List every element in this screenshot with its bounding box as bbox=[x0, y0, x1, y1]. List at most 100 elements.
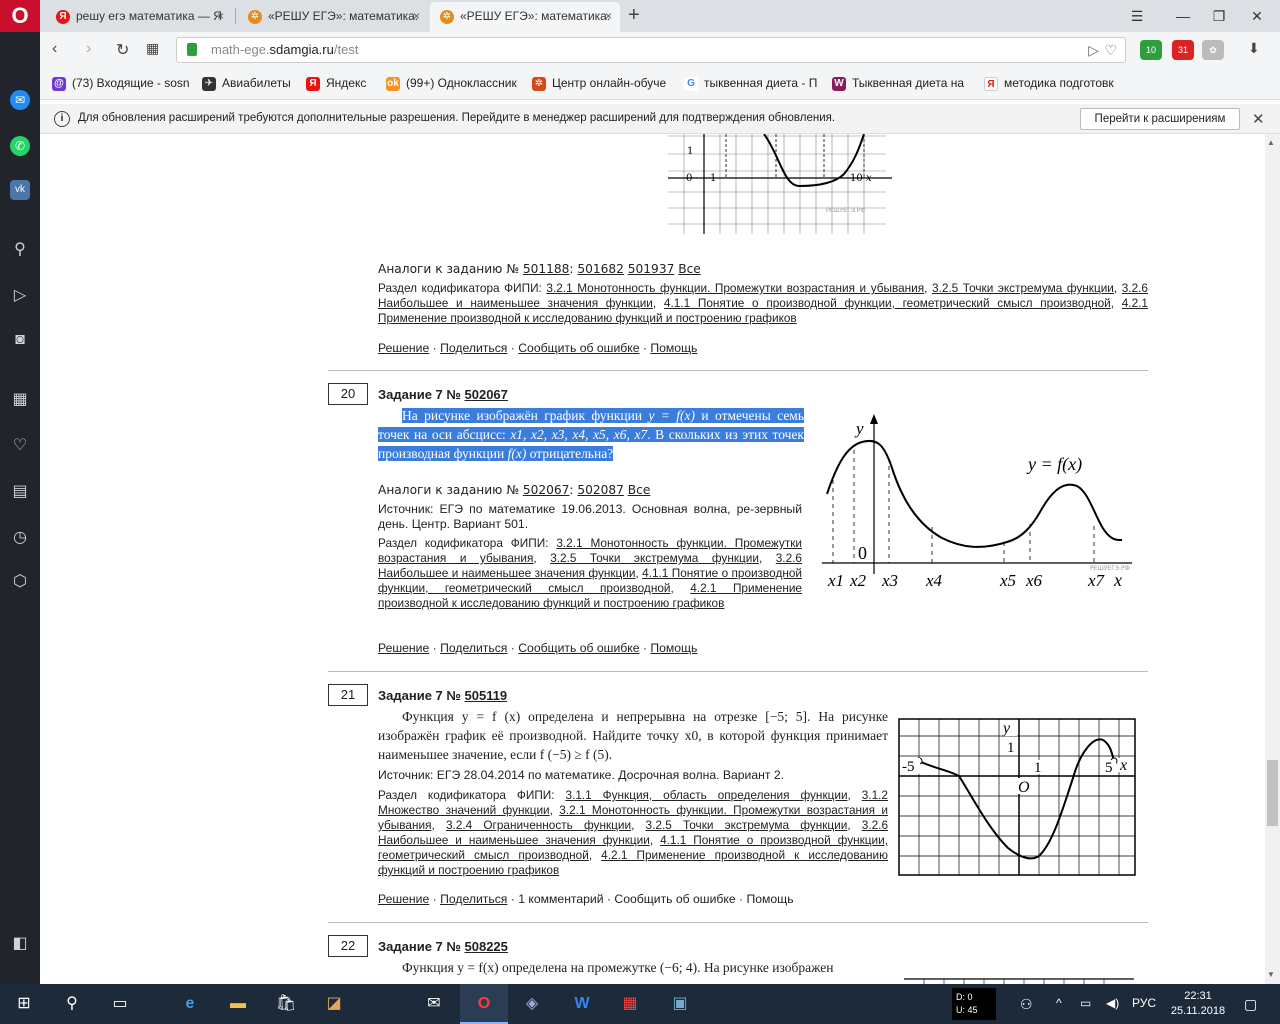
edge-icon[interactable]: e bbox=[166, 984, 214, 1024]
bookmark-item[interactable]: W Тыквенная диета на bbox=[832, 76, 970, 94]
task-id-link[interactable]: 502067 bbox=[465, 387, 508, 402]
share-link[interactable]: Поделиться bbox=[440, 892, 507, 906]
file-explorer-icon[interactable]: ▬ bbox=[214, 984, 262, 1024]
tab-menu-icon[interactable]: ☰ bbox=[1114, 0, 1160, 32]
close-tab-icon[interactable]: × bbox=[217, 2, 224, 30]
close-tab-icon[interactable]: × bbox=[605, 2, 612, 30]
search-icon[interactable]: ⚲ bbox=[10, 240, 30, 260]
people-icon[interactable]: ⚇ bbox=[1020, 996, 1033, 1013]
opera-taskbar-icon[interactable]: O bbox=[460, 984, 508, 1024]
task-number: 21 bbox=[328, 684, 368, 706]
point-label-x7: x7 bbox=[1087, 571, 1106, 590]
language-indicator[interactable]: РУС bbox=[1132, 996, 1156, 1010]
history-icon[interactable]: ◷ bbox=[10, 528, 30, 548]
task-link[interactable]: 501937 bbox=[628, 262, 675, 276]
news-icon[interactable]: ▤ bbox=[10, 482, 30, 502]
extensions-icon[interactable]: ⬡ bbox=[10, 572, 30, 592]
bookmark-item[interactable]: ok (99+) Одноклассник bbox=[386, 76, 518, 94]
bookmark-item[interactable]: Яметодика подготовк bbox=[984, 76, 1118, 94]
task-link[interactable]: 502067 bbox=[523, 483, 570, 497]
share-link[interactable]: Поделиться bbox=[440, 341, 507, 355]
report-error-link[interactable]: Сообщить об ошибке bbox=[518, 641, 639, 655]
report-error-link[interactable]: Сообщить об ошибке bbox=[518, 341, 639, 355]
scroll-up-icon[interactable]: ▲ bbox=[1267, 138, 1275, 147]
camera-icon[interactable]: ◙ bbox=[10, 330, 30, 350]
solution-link[interactable]: Решение bbox=[378, 641, 429, 655]
close-window-button[interactable]: ✕ bbox=[1234, 0, 1280, 32]
codifier-link[interactable]: 4.1.1 Понятие о производной функции, гео… bbox=[664, 296, 1111, 310]
scrollbar[interactable]: ▲ ▼ bbox=[1265, 134, 1280, 984]
scroll-down-icon[interactable]: ▼ bbox=[1267, 970, 1275, 979]
close-icon[interactable]: ✕ bbox=[1252, 110, 1265, 128]
red-extension-icon[interactable]: 31 bbox=[1172, 40, 1194, 60]
speed-dial-icon[interactable]: ▦ bbox=[146, 40, 159, 57]
tab-reshu-1[interactable]: ✲ «РЕШУ ЕГЭ»: математика. × bbox=[238, 2, 428, 32]
search-icon[interactable]: ⚲ bbox=[48, 984, 96, 1024]
send-icon[interactable]: ▷ bbox=[10, 286, 30, 306]
solution-link[interactable]: Решение bbox=[378, 892, 429, 906]
messenger-icon[interactable]: ✉ bbox=[10, 90, 30, 110]
back-icon[interactable]: ‹ bbox=[52, 40, 57, 58]
sidebar-toggle-icon[interactable]: ◧ bbox=[10, 934, 30, 954]
task-link[interactable]: 501682 bbox=[577, 262, 624, 276]
go-to-extensions-button[interactable]: Перейти к расширениям bbox=[1080, 108, 1240, 130]
volume-icon[interactable]: ◀) bbox=[1106, 996, 1119, 1010]
task-view-icon[interactable]: ▭ bbox=[96, 984, 144, 1024]
bookmark-item[interactable]: ✲ Центр онлайн-обуче bbox=[532, 76, 670, 94]
heart-icon[interactable]: ♡ bbox=[1104, 38, 1117, 62]
heart-icon[interactable]: ♡ bbox=[10, 436, 30, 456]
bookmark-item[interactable]: @ (73) Входящие - sosn bbox=[52, 76, 192, 94]
bookmark-item[interactable]: ✈ Авиабилеты bbox=[202, 76, 292, 94]
network-icon[interactable]: ▭ bbox=[1080, 996, 1091, 1010]
opera-menu-icon[interactable]: O bbox=[0, 0, 40, 32]
scrollbar-thumb[interactable] bbox=[1267, 760, 1278, 826]
photos-icon[interactable]: ▣ bbox=[656, 984, 704, 1024]
tab-title: «РЕШУ ЕГЭ»: математика. bbox=[268, 9, 419, 23]
task-link[interactable]: 501188 bbox=[523, 262, 570, 276]
bookmark-item[interactable]: Gтыквенная диета - П bbox=[684, 76, 822, 94]
solution-link[interactable]: Решение bbox=[378, 341, 429, 355]
help-link[interactable]: Помощь bbox=[650, 341, 697, 355]
speed-dial-icon[interactable]: ▦ bbox=[10, 390, 30, 410]
send-icon[interactable]: ▷ bbox=[1088, 38, 1099, 62]
all-link[interactable]: Все bbox=[628, 483, 651, 497]
app-icon[interactable]: ▦ bbox=[606, 984, 654, 1024]
tab-reshu-2-active[interactable]: ✲ «РЕШУ ЕГЭ»: математика. × bbox=[430, 2, 620, 32]
app-icon[interactable]: ◈ bbox=[508, 984, 556, 1024]
codifier-link[interactable]: 3.2.5 Точки экстремума функции bbox=[932, 281, 1114, 295]
download-icon[interactable]: ⬇ bbox=[1248, 40, 1260, 57]
whatsapp-icon[interactable]: ✆ bbox=[10, 136, 30, 156]
bookmark-item[interactable]: Я Яндекс bbox=[306, 76, 386, 94]
close-tab-icon[interactable]: × bbox=[413, 2, 420, 30]
codifier-link[interactable]: 3.2.4 Ограниченность функции bbox=[446, 818, 631, 832]
share-link[interactable]: Поделиться bbox=[440, 641, 507, 655]
comments-link[interactable]: 1 комментарий bbox=[518, 892, 603, 906]
help-link[interactable]: Помощь bbox=[650, 641, 697, 655]
gray-extension-icon[interactable]: ✿ bbox=[1202, 40, 1224, 60]
all-link[interactable]: Все bbox=[678, 262, 701, 276]
word-icon[interactable]: W bbox=[558, 984, 606, 1024]
codifier-link[interactable]: 3.2.5 Точки экстремума функции bbox=[550, 551, 759, 565]
help-link[interactable]: Помощь bbox=[746, 892, 793, 906]
app-icon[interactable]: ◪ bbox=[310, 984, 358, 1024]
codifier-link[interactable]: 3.2.1 Монотонность функции. Промежутки в… bbox=[546, 281, 924, 295]
codifier-link[interactable]: 3.2.5 Точки экстремума функции bbox=[646, 818, 848, 832]
new-tab-button[interactable]: + bbox=[628, 4, 640, 27]
forward-icon[interactable]: › bbox=[86, 40, 91, 58]
tray-arrow-icon[interactable]: ^ bbox=[1056, 996, 1062, 1010]
mail-icon[interactable]: ✉ bbox=[410, 984, 458, 1024]
store-icon[interactable]: 🛍 bbox=[262, 984, 310, 1024]
windows-start-icon[interactable]: ⊞ bbox=[0, 984, 48, 1024]
shield-extension-icon[interactable]: 10 bbox=[1140, 40, 1162, 60]
url-field[interactable]: math-ege.sdamgia.ru/test ▷ ♡ bbox=[176, 37, 1126, 63]
task-id-link[interactable]: 508225 bbox=[465, 939, 508, 954]
notifications-icon[interactable]: ▢ bbox=[1244, 996, 1257, 1013]
task-id-link[interactable]: 505119 bbox=[465, 688, 508, 703]
report-error-link[interactable]: Сообщить об ошибке bbox=[614, 892, 735, 906]
vk-icon[interactable]: vk bbox=[10, 180, 30, 200]
codifier-link[interactable]: 3.1.1 Функция, область определения функц… bbox=[566, 788, 848, 802]
reload-icon[interactable]: ↻ bbox=[116, 40, 129, 60]
clock[interactable]: 22:31 25.11.2018 bbox=[1170, 989, 1226, 1019]
task-link[interactable]: 502087 bbox=[577, 483, 624, 497]
tab-yandex[interactable]: Я решу егэ математика — Я × bbox=[46, 2, 232, 32]
